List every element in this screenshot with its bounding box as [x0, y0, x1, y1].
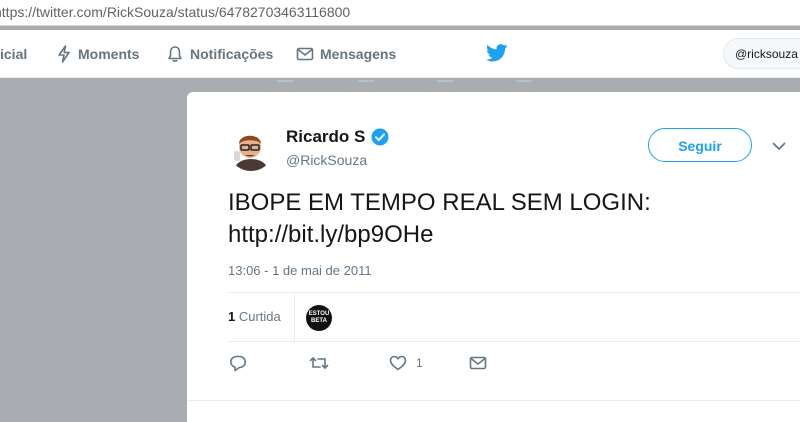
- tweet-text: IBOPE EM TEMPO REAL SEM LOGIN: http://bi…: [228, 187, 748, 251]
- author-handle[interactable]: @RickSouza: [286, 152, 367, 168]
- reply-button[interactable]: [229, 354, 247, 372]
- address-bar-url: https://twitter.com/RickSouza/status/647…: [0, 4, 351, 20]
- divider: [228, 341, 800, 342]
- bell-icon: [168, 46, 182, 62]
- tweet-modal: Ricardo S @RickSouza Seguir IBOPE EM TEM…: [187, 92, 800, 422]
- likes-number: 1: [228, 309, 236, 324]
- tweet-timestamp[interactable]: 13:06 - 1 de mai de 2011: [228, 263, 372, 278]
- liker-avatar[interactable]: ESTOU BETA: [306, 305, 332, 331]
- nav-item-home-label: icial: [0, 46, 28, 62]
- avatar[interactable]: [228, 125, 274, 171]
- retweet-button[interactable]: [309, 354, 329, 372]
- twitter-bird-icon[interactable]: [486, 44, 508, 67]
- search-input[interactable]: @ricksouza: [723, 38, 800, 69]
- chevron-down-icon[interactable]: [772, 142, 786, 151]
- heart-icon: [389, 355, 407, 371]
- background-heart-icon: [437, 70, 453, 82]
- author-name[interactable]: Ricardo S: [286, 127, 365, 147]
- likes-label: Curtida: [238, 309, 281, 324]
- direct-message-button[interactable]: [469, 354, 487, 372]
- likes-count[interactable]: 1 Curtida: [228, 309, 281, 324]
- retweet-icon: [309, 357, 329, 369]
- tweet-link[interactable]: http://bit.ly/bp9OHe: [228, 219, 748, 251]
- background-reply-icon: [277, 70, 293, 82]
- reply-icon: [230, 355, 246, 372]
- like-count: 1: [416, 356, 423, 370]
- divider: [294, 293, 295, 341]
- nav-item-notifications-label: Notificações: [190, 46, 274, 62]
- address-bar[interactable]: https://twitter.com/RickSouza/status/647…: [0, 0, 800, 26]
- nav-item-messages-label: Mensagens: [320, 46, 397, 62]
- nav-item-moments-label: Moments: [78, 46, 140, 62]
- background-envelope-icon: [516, 70, 532, 82]
- background-retweet-icon: [358, 70, 374, 82]
- envelope-icon: [296, 47, 314, 61]
- lightning-icon: [58, 45, 70, 63]
- envelope-icon: [469, 356, 487, 370]
- verified-badge-icon: [371, 128, 389, 146]
- tweet-text-line: IBOPE EM TEMPO REAL SEM LOGIN:: [228, 189, 651, 216]
- divider: [228, 292, 800, 293]
- like-button[interactable]: 1: [389, 354, 423, 372]
- divider: [187, 400, 800, 401]
- background-timeline-actions: [0, 70, 800, 86]
- follow-button[interactable]: Seguir: [648, 128, 752, 162]
